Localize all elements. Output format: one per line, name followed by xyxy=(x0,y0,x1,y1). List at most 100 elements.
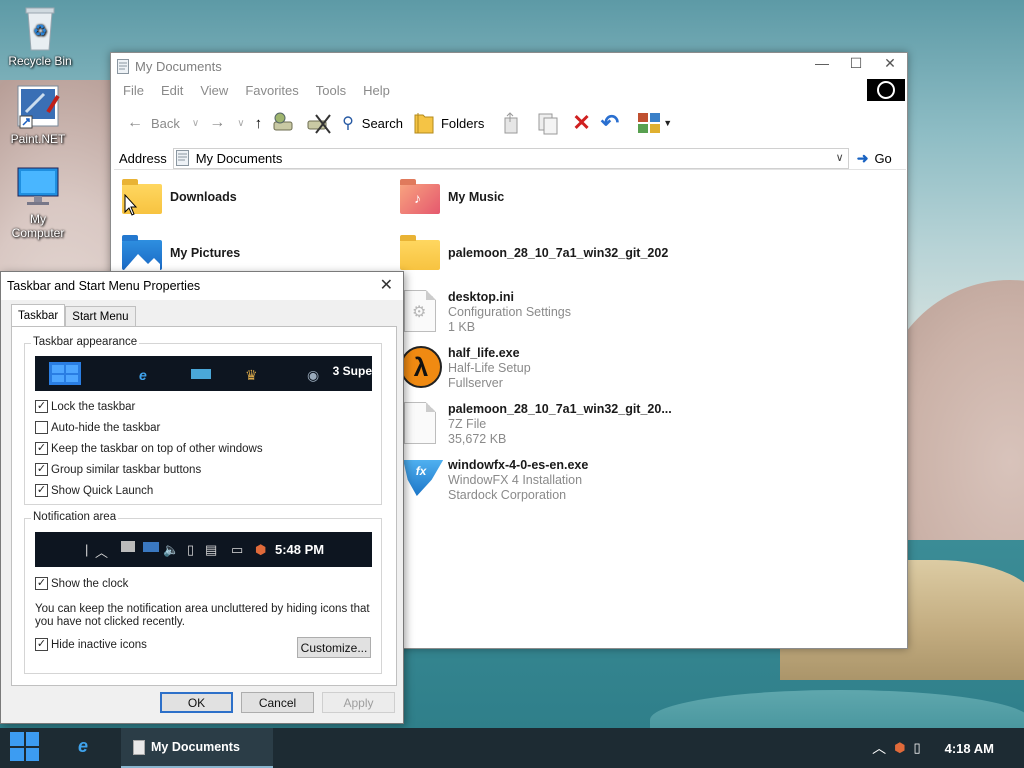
menu-file[interactable]: File xyxy=(123,83,144,98)
start-icon xyxy=(49,362,81,385)
file-company: Stardock Corporation xyxy=(448,488,567,502)
wallpaper-shore xyxy=(650,690,1024,728)
go-button[interactable]: ➜ Go xyxy=(857,150,892,167)
checkbox-label: Lock the taskbar xyxy=(51,400,136,413)
group-label: Taskbar appearance xyxy=(31,336,140,348)
dialog-title: Taskbar and Start Menu Properties xyxy=(7,279,201,293)
file-name: palemoon_28_10_7a1_win32_git_20... xyxy=(448,402,672,416)
address-label: Address xyxy=(119,150,167,166)
music-folder-icon: ♪ xyxy=(398,176,442,220)
address-field[interactable]: My Documents ∨ xyxy=(172,147,849,169)
map-drive-icon xyxy=(273,112,293,131)
move-to-button[interactable] xyxy=(500,110,526,136)
checkbox-box[interactable]: ✓ xyxy=(35,638,48,651)
window-title: My Documents xyxy=(135,58,222,74)
start-button[interactable] xyxy=(10,732,39,761)
close-icon[interactable]: ✕ xyxy=(380,275,393,295)
group-buttons-checkbox[interactable]: ✓ Group similar taskbar buttons xyxy=(35,463,201,476)
checkbox-box[interactable]: ✓ xyxy=(35,484,48,497)
checkbox-box[interactable]: ✓ xyxy=(35,463,48,476)
taskbar: e My Documents ︿ ⬢ ▯ 4:18 AM xyxy=(0,728,1024,768)
map-drive-button[interactable] xyxy=(272,112,296,134)
windowfx-icon: fx xyxy=(398,456,442,500)
search-button[interactable]: ⚲ Search xyxy=(342,113,403,133)
computer-icon xyxy=(17,167,59,205)
taskbar-clock[interactable]: 4:18 AM xyxy=(945,741,994,756)
checkbox-box[interactable]: ✓ xyxy=(35,400,48,413)
menu-tools[interactable]: Tools xyxy=(316,83,346,98)
tray-app-icon: ▭ xyxy=(231,542,244,557)
dialog-tabs: Taskbar Start Menu xyxy=(11,304,136,326)
file-item-windowfx[interactable]: fx windowfx-4-0-es-en.exe WindowFX 4 Ins… xyxy=(398,456,588,510)
maximize-button[interactable]: ☐ xyxy=(839,53,873,73)
file-name: windowfx-4-0-es-en.exe xyxy=(448,458,589,472)
half-life-icon: λ xyxy=(398,344,442,388)
divider-icon: | xyxy=(85,542,89,557)
taskbar-properties-dialog[interactable]: Taskbar and Start Menu Properties ✕ Task… xyxy=(0,271,404,724)
forward-button[interactable]: → ∨ xyxy=(209,114,244,132)
cancel-button[interactable]: Cancel xyxy=(241,692,314,713)
show-clock-checkbox[interactable]: ✓ Show the clock xyxy=(35,577,128,590)
tray-app-icon xyxy=(121,541,135,552)
ok-button[interactable]: OK xyxy=(160,692,233,713)
menu-favorites[interactable]: Favorites xyxy=(245,83,298,98)
folders-button[interactable]: Folders xyxy=(413,111,484,135)
circle-badge-icon xyxy=(867,79,905,101)
checkbox-box[interactable]: ✓ xyxy=(35,442,48,455)
window-controls: — ☐ ✕ xyxy=(805,53,907,73)
delete-button[interactable]: ✕ xyxy=(572,110,590,136)
taskbar-preview: e ♛ ◉ 3 Supe xyxy=(35,356,372,391)
views-button[interactable]: ▼ xyxy=(637,112,672,134)
checkbox-box[interactable] xyxy=(35,421,48,434)
desktop-icon-paint-net[interactable]: Paint.NET xyxy=(0,82,76,146)
file-item-palemoon-folder[interactable]: palemoon_28_10_7a1_win32_git_202 xyxy=(398,232,668,286)
keep-on-top-checkbox[interactable]: ✓ Keep the taskbar on top of other windo… xyxy=(35,442,263,455)
hide-inactive-icons-checkbox[interactable]: ✓ Hide inactive icons xyxy=(35,638,147,651)
close-button[interactable]: ✕ xyxy=(873,53,907,73)
file-item-my-music[interactable]: ♪ My Music xyxy=(398,176,504,230)
chevron-down-icon[interactable]: ∨ xyxy=(836,151,844,164)
menu-help[interactable]: Help xyxy=(363,83,390,98)
menu-edit[interactable]: Edit xyxy=(161,83,183,98)
tab-taskbar[interactable]: Taskbar xyxy=(11,304,66,326)
desktop: ♻ Recycle Bin Paint.NET My Computer My D… xyxy=(0,0,1024,728)
lock-taskbar-checkbox[interactable]: ✓ Lock the taskbar xyxy=(35,400,135,413)
address-value: My Documents xyxy=(195,150,283,166)
explorer-titlebar[interactable]: My Documents xyxy=(111,53,907,79)
copy-to-icon xyxy=(538,113,558,135)
file-description: Half-Life Setup xyxy=(448,361,531,375)
copy-to-button[interactable] xyxy=(536,110,562,136)
disconnect-drive-button[interactable] xyxy=(306,111,332,135)
tab-start-menu[interactable]: Start Menu xyxy=(65,306,136,326)
internet-explorer-icon[interactable]: e xyxy=(78,736,88,757)
desktop-icon-label: My Computer xyxy=(11,212,65,240)
file-item-half-life[interactable]: λ half_life.exe Half-Life Setup Fullserv… xyxy=(398,344,531,398)
up-button[interactable]: ↑ xyxy=(255,115,263,132)
apply-button[interactable]: Apply xyxy=(322,692,395,713)
chevron-down-icon: ∨ xyxy=(191,117,200,129)
show-quick-launch-checkbox[interactable]: ✓ Show Quick Launch xyxy=(35,484,153,497)
checkbox-box[interactable]: ✓ xyxy=(35,577,48,590)
file-item-desktop-ini[interactable]: ⚙ desktop.ini Configuration Settings 1 K… xyxy=(398,288,571,342)
desktop-icon-recycle-bin[interactable]: ♻ Recycle Bin xyxy=(2,4,78,68)
undo-button[interactable]: ↶ xyxy=(601,110,619,136)
crown-icon: ♛ xyxy=(245,367,258,383)
file-name: half_life.exe xyxy=(448,346,520,360)
back-arrow-icon: ← xyxy=(127,114,143,131)
taskbar-appearance-group: Taskbar appearance e ♛ ◉ 3 Supe ✓ Lock t… xyxy=(24,336,382,505)
minimize-button[interactable]: — xyxy=(805,53,839,73)
settings-file-icon: ⚙ xyxy=(398,288,442,332)
usb-icon[interactable]: ▯ xyxy=(913,740,920,756)
file-item-palemoon-7z[interactable]: palemoon_28_10_7a1_win32_git_20... 7Z Fi… xyxy=(398,400,672,454)
desktop-icon-my-computer[interactable]: My Computer xyxy=(0,166,76,240)
auto-hide-checkbox[interactable]: Auto-hide the taskbar xyxy=(35,421,160,434)
customize-button[interactable]: Customize... xyxy=(297,637,371,658)
chevron-up-icon[interactable]: ︿ xyxy=(872,738,886,758)
menu-view[interactable]: View xyxy=(200,83,228,98)
back-button[interactable]: ← Back ∨ xyxy=(127,114,199,132)
shield-icon[interactable]: ⬢ xyxy=(894,740,905,756)
recycle-bin-icon: ♻ xyxy=(25,7,55,51)
taskbar-button-my-documents[interactable]: My Documents xyxy=(121,728,273,768)
file-name: My Pictures xyxy=(170,246,241,260)
dialog-titlebar[interactable]: Taskbar and Start Menu Properties ✕ xyxy=(1,272,403,300)
